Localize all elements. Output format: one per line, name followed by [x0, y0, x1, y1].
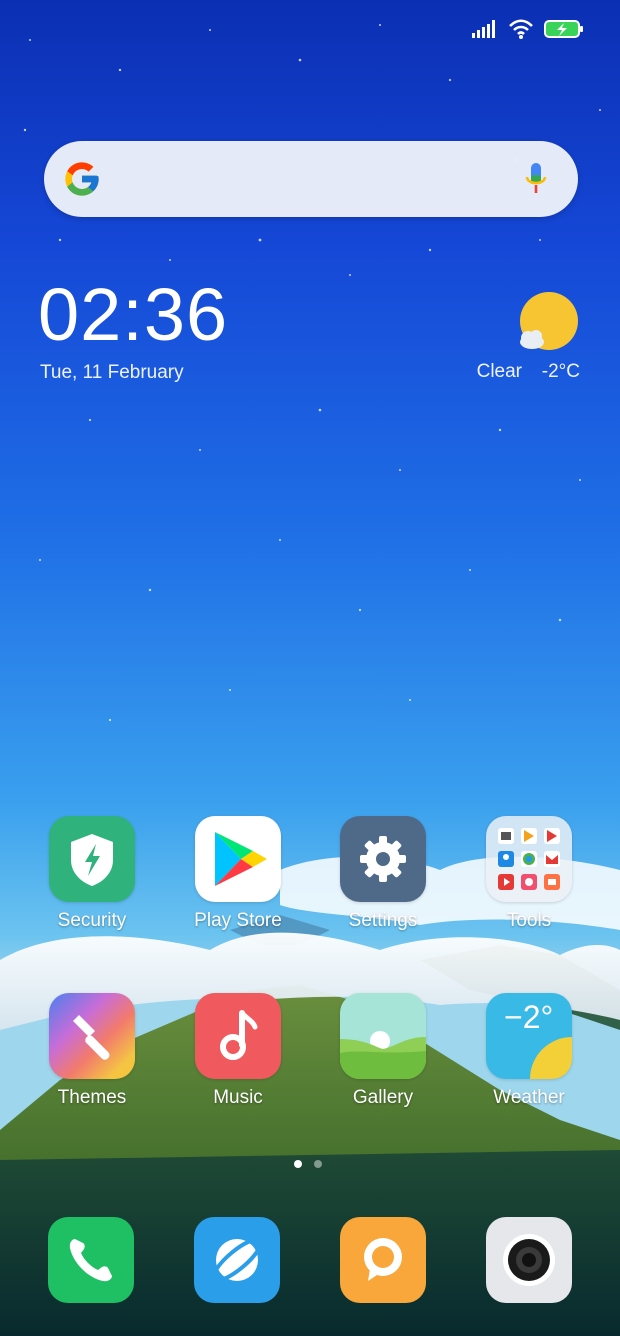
app-settings[interactable]: Settings — [323, 816, 443, 932]
phone-icon — [69, 1239, 112, 1282]
app-play-store[interactable]: Play Store — [178, 816, 298, 932]
app-label: Gallery — [352, 1087, 414, 1108]
folder-tools[interactable]: Tools — [469, 816, 589, 932]
dock-phone[interactable] — [48, 1217, 134, 1303]
google-g-icon — [65, 162, 99, 196]
weather-condition: Clear — [476, 361, 522, 382]
app-label: Play Store — [194, 910, 282, 931]
security-shield-icon — [49, 816, 135, 902]
music-note-icon — [195, 993, 281, 1079]
message-bubble-icon — [364, 1238, 402, 1281]
browser-planet-icon — [211, 1237, 263, 1283]
dock-messages[interactable] — [340, 1217, 426, 1303]
app-label: Security — [57, 910, 127, 931]
dock-browser[interactable] — [194, 1217, 280, 1303]
app-label: Music — [213, 1087, 263, 1108]
google-search-bar[interactable] — [44, 141, 578, 217]
app-weather[interactable]: −2° Weather — [469, 993, 589, 1109]
paintbrush-icon — [49, 993, 135, 1079]
app-label: Weather — [493, 1087, 565, 1108]
folder-label: Tools — [506, 910, 552, 931]
camera-lens-icon — [503, 1234, 555, 1286]
clock-date[interactable]: Tue, 11 February — [40, 362, 184, 384]
weather-widget[interactable]: Clear -2°C — [420, 288, 580, 388]
wifi-icon — [509, 19, 533, 39]
app-gallery[interactable]: Gallery — [323, 993, 443, 1109]
page-dot[interactable] — [314, 1160, 322, 1168]
weather-icon-temperature: −2° — [504, 999, 554, 1035]
dock-camera[interactable] — [486, 1217, 572, 1303]
app-themes[interactable]: Themes — [32, 993, 152, 1109]
status-bar — [472, 14, 584, 44]
weather-app-icon: −2° — [486, 993, 572, 1079]
battery-charging-icon — [544, 20, 583, 38]
play-store-icon — [195, 816, 281, 902]
signal-icon — [472, 20, 495, 38]
app-label: Settings — [348, 910, 418, 931]
app-music[interactable]: Music — [178, 993, 298, 1109]
page-indicator[interactable] — [294, 1160, 322, 1168]
clock-time[interactable]: 02:36 — [38, 278, 228, 352]
gallery-icon — [340, 993, 426, 1079]
weather-temperature: -2°C — [541, 361, 580, 382]
sun-cloud-icon — [520, 292, 578, 350]
app-security[interactable]: Security — [32, 816, 152, 932]
search-input[interactable] — [124, 161, 488, 199]
page-dot-active[interactable] — [294, 1160, 302, 1168]
gear-icon — [340, 816, 426, 902]
app-label: Themes — [57, 1087, 127, 1108]
microphone-icon[interactable] — [524, 163, 548, 197]
folder-icon — [486, 816, 572, 902]
